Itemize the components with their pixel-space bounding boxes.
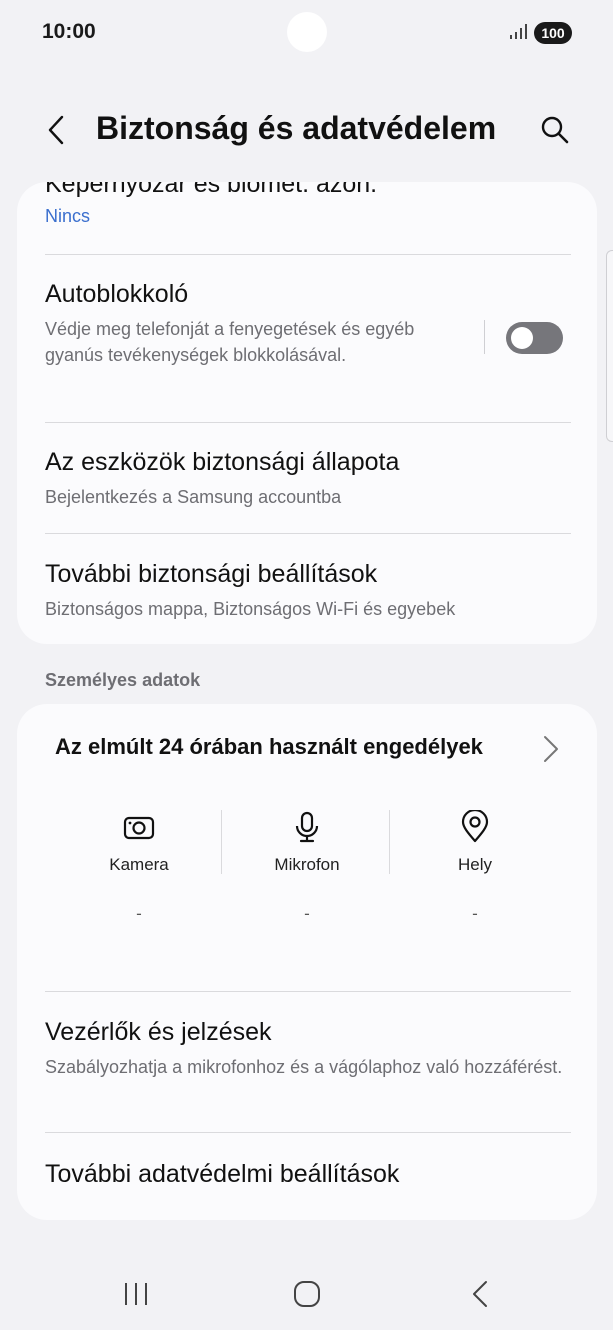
toggle-knob [511,327,533,349]
permission-camera-value: - [136,904,142,923]
security-card: Képernyőzár és biomet. azon. Nincs Autob… [17,182,597,644]
navigation-bar [0,1260,613,1330]
search-icon [541,116,569,144]
permissions-used-title: Az elmúlt 24 órában használt engedélyek [55,734,483,759]
divider [45,422,571,423]
microphone-icon [295,811,319,843]
back-nav-button[interactable] [450,1274,510,1314]
permission-camera[interactable]: Kamera [69,810,209,875]
page-title: Biztonság és adatvédelem [96,110,497,146]
divider [45,533,571,534]
permission-label: Mikrofon [274,855,340,874]
controls-alerts-title: Vezérlők és jelzések [45,1018,272,1046]
app-header: Biztonság és adatvédelem [0,96,613,166]
more-privacy-item[interactable]: További adatvédelmi beállítások [45,1160,571,1189]
signal-icon [510,24,527,39]
screen-lock-value: Nincs [45,206,91,226]
back-button[interactable] [38,110,74,150]
recent-apps-icon [125,1283,147,1305]
battery-icon: 100 [534,22,572,44]
screen-lock-title: Képernyőzár és biomet. azon. [45,182,378,198]
permission-location-value: - [472,904,478,923]
chevron-left-icon [48,115,64,145]
location-pin-icon [461,808,489,843]
permission-microphone-value: - [304,904,310,923]
more-security-title: További biztonsági beállítások [45,560,378,588]
search-button[interactable] [535,110,575,150]
section-header-personal: Személyes adatok [45,670,201,690]
camera-icon [123,816,155,840]
permission-separator [389,810,390,874]
scrollbar[interactable] [606,250,613,442]
status-bar: 10:00 100 [0,0,613,68]
permission-location[interactable]: Hely [405,808,545,875]
device-security-subtitle: Bejelentkezés a Samsung accountba [45,487,342,507]
controls-alerts-subtitle: Szabályozhatja a mikrofonhoz és a vágóla… [45,1057,563,1077]
auto-blocker-toggle[interactable] [506,322,563,354]
chevron-right-icon [544,736,558,762]
divider [45,991,571,992]
more-security-item[interactable]: További biztonsági beállítások Biztonság… [45,560,571,622]
auto-blocker-title: Autoblokkoló [45,280,189,308]
back-arrow-icon [473,1281,487,1307]
auto-blocker-description: Védje meg telefonját a fenyegetések és e… [45,319,415,365]
home-button[interactable] [277,1274,337,1314]
controls-alerts-item[interactable]: Vezérlők és jelzések Szabályozhatja a mi… [45,1018,571,1080]
front-camera-cutout [287,12,327,52]
divider [45,1132,571,1133]
home-icon [294,1281,320,1307]
device-security-item[interactable]: Az eszközök biztonsági állapota Bejelent… [45,448,571,510]
permission-microphone[interactable]: Mikrofon [237,810,377,875]
auto-blocker-item[interactable]: Autoblokkoló Védje meg telefonját a feny… [45,280,457,368]
permission-separator [221,810,222,874]
permission-label: Hely [457,855,492,874]
privacy-card: Az elmúlt 24 órában használt engedélyek … [17,704,597,1220]
toggle-separator [484,320,485,354]
more-security-subtitle: Biztonságos mappa, Biztonságos Wi-Fi és … [45,599,456,619]
status-time: 10:00 [42,20,96,43]
permission-label: Kamera [109,855,169,874]
screen-lock-item[interactable]: Képernyőzár és biomet. azon. Nincs [45,182,571,229]
device-security-title: Az eszközök biztonsági állapota [45,448,400,476]
divider [45,254,571,255]
recent-apps-button[interactable] [106,1274,166,1314]
more-privacy-title: További adatvédelmi beállítások [45,1160,400,1188]
